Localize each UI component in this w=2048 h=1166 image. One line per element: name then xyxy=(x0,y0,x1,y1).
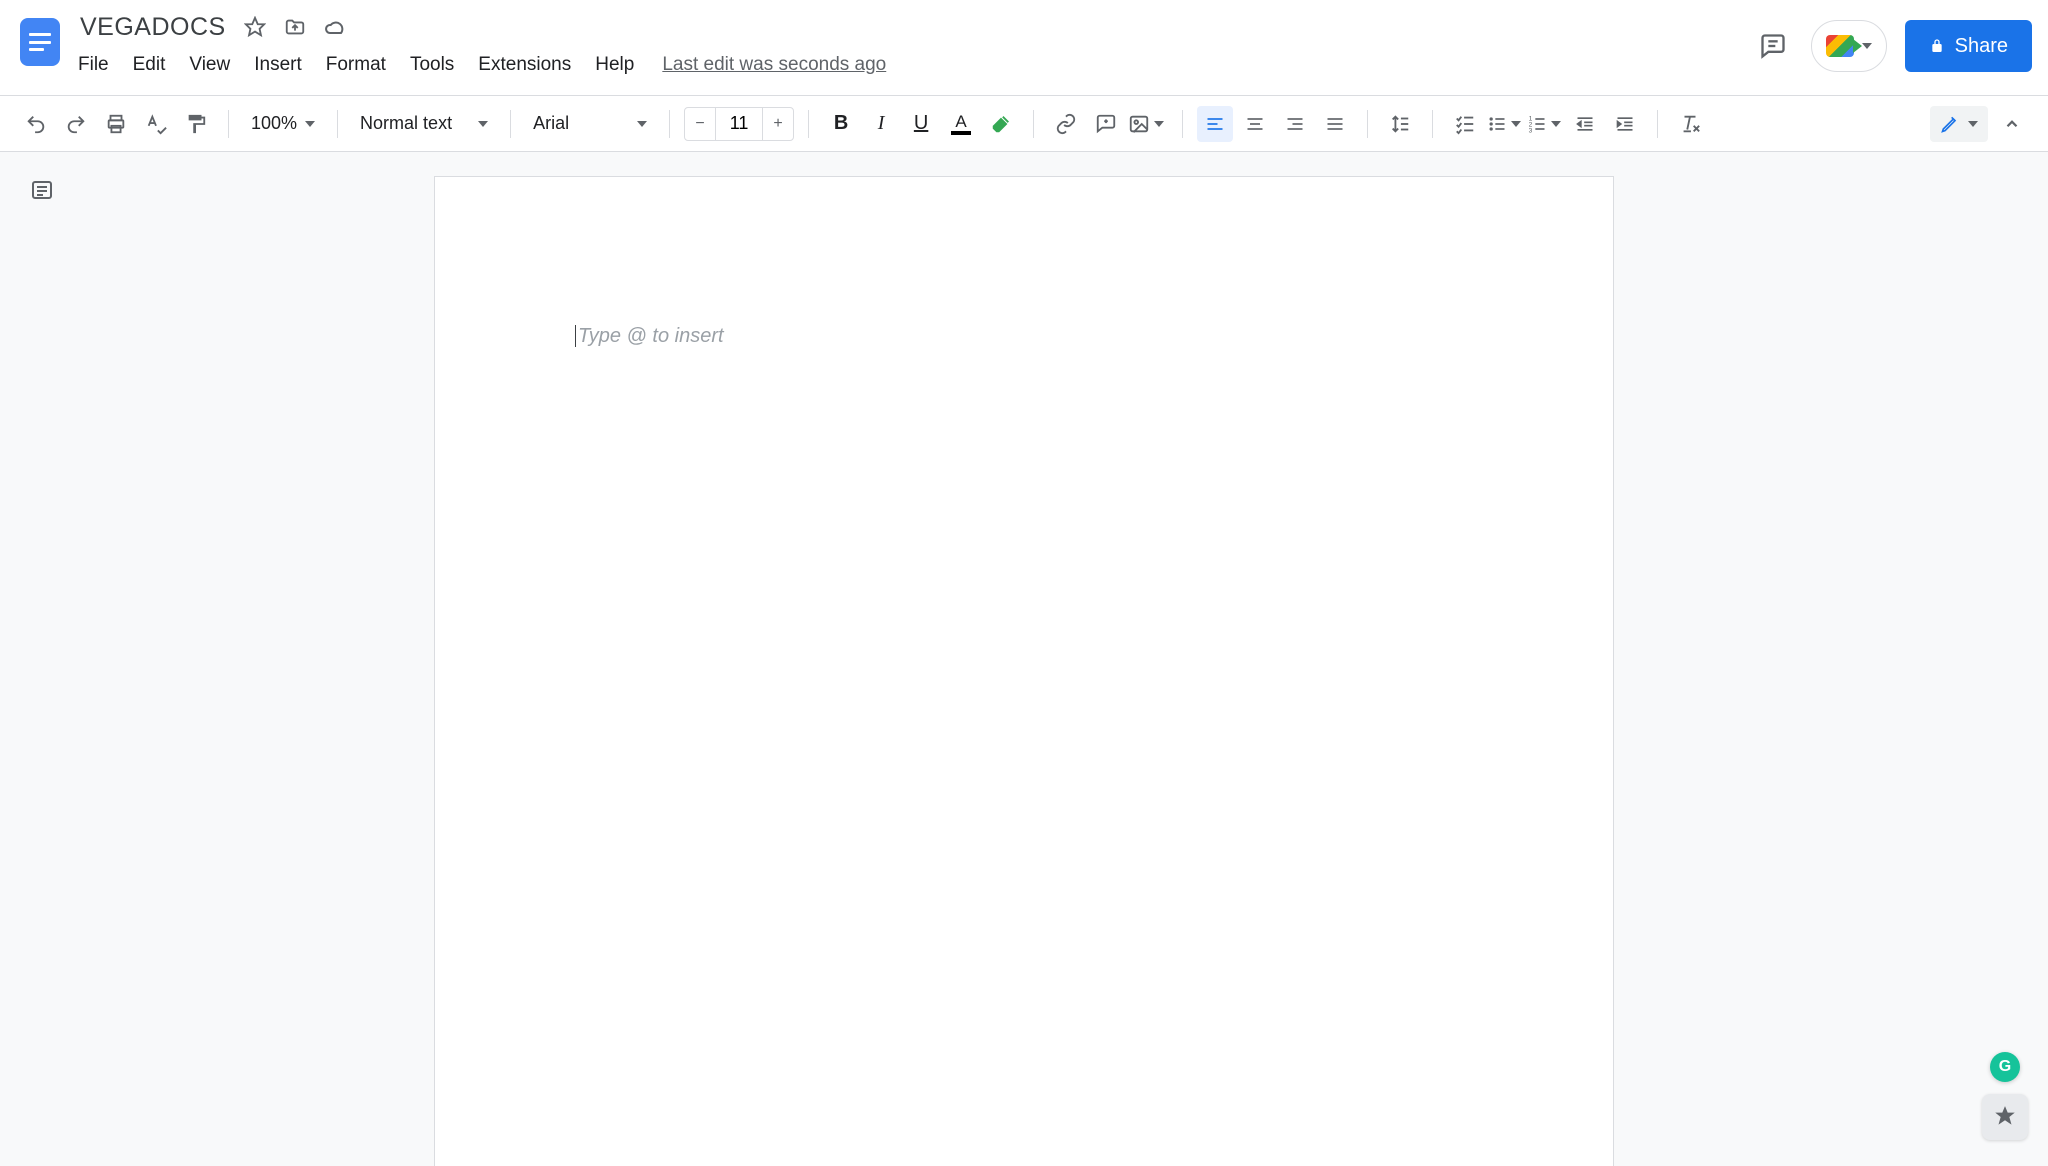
zoom-select[interactable]: 100% xyxy=(243,106,323,142)
font-value: Arial xyxy=(533,113,569,134)
chevron-down-icon xyxy=(1511,121,1521,127)
toolbar: 100% Normal text Arial − + B I U A xyxy=(0,96,2048,152)
italic-button[interactable]: I xyxy=(863,106,899,142)
editor-workspace: Type @ to insert G xyxy=(0,152,2048,1166)
redo-button[interactable] xyxy=(58,106,94,142)
menu-tools[interactable]: Tools xyxy=(408,50,456,80)
menubar: File Edit View Insert Format Tools Exten… xyxy=(76,48,1753,82)
editing-mode-button[interactable] xyxy=(1930,106,1988,142)
highlight-button[interactable] xyxy=(983,106,1019,142)
app-logo[interactable] xyxy=(16,10,64,74)
align-right-button[interactable] xyxy=(1277,106,1313,142)
grammarly-badge[interactable]: G xyxy=(1990,1052,2020,1082)
bulleted-list-button[interactable] xyxy=(1487,106,1523,142)
grammarly-label: G xyxy=(1999,1058,2011,1076)
align-left-button[interactable] xyxy=(1197,106,1233,142)
insert-link-button[interactable] xyxy=(1048,106,1084,142)
numbered-list-button[interactable]: 123 xyxy=(1527,106,1563,142)
lock-icon xyxy=(1929,38,1945,54)
checklist-button[interactable] xyxy=(1447,106,1483,142)
meet-button[interactable] xyxy=(1811,20,1887,72)
comments-button[interactable] xyxy=(1753,26,1793,66)
menu-view[interactable]: View xyxy=(187,50,232,80)
docs-icon xyxy=(20,18,60,66)
chevron-down-icon xyxy=(1551,121,1561,127)
spellcheck-button[interactable] xyxy=(138,106,174,142)
line-spacing-button[interactable] xyxy=(1382,106,1418,142)
increase-font-size-button[interactable]: + xyxy=(763,108,793,140)
decrease-font-size-button[interactable]: − xyxy=(685,108,715,140)
menu-extensions[interactable]: Extensions xyxy=(476,50,573,80)
chevron-down-icon xyxy=(478,121,488,127)
svg-text:3: 3 xyxy=(1529,127,1533,134)
font-size-control: − + xyxy=(684,107,794,141)
chevron-down-icon xyxy=(1862,43,1872,49)
insert-image-button[interactable] xyxy=(1128,106,1168,142)
align-center-button[interactable] xyxy=(1237,106,1273,142)
chevron-down-icon xyxy=(1968,121,1978,127)
editor-placeholder: Type @ to insert xyxy=(575,325,724,347)
font-select[interactable]: Arial xyxy=(525,106,655,142)
paragraph-style-select[interactable]: Normal text xyxy=(352,106,496,142)
menu-file[interactable]: File xyxy=(76,50,111,80)
clear-formatting-button[interactable] xyxy=(1672,106,1708,142)
menu-insert[interactable]: Insert xyxy=(252,50,304,80)
align-justify-button[interactable] xyxy=(1317,106,1353,142)
decrease-indent-button[interactable] xyxy=(1567,106,1603,142)
insert-comment-button[interactable] xyxy=(1088,106,1124,142)
header: VEGADOCS File Edit View Insert xyxy=(0,0,2048,96)
explore-button[interactable] xyxy=(1982,1094,2028,1140)
paint-format-button[interactable] xyxy=(178,106,214,142)
document-title[interactable]: VEGADOCS xyxy=(76,11,230,44)
chevron-down-icon xyxy=(637,121,647,127)
meet-icon xyxy=(1826,35,1854,57)
cloud-status-icon[interactable] xyxy=(322,14,348,40)
text-color-button[interactable]: A xyxy=(943,106,979,142)
menu-help[interactable]: Help xyxy=(593,50,636,80)
menu-edit[interactable]: Edit xyxy=(131,50,168,80)
underline-button[interactable]: U xyxy=(903,106,939,142)
move-icon[interactable] xyxy=(282,14,308,40)
document-page[interactable]: Type @ to insert xyxy=(434,176,1614,1166)
print-button[interactable] xyxy=(98,106,134,142)
font-size-input[interactable] xyxy=(715,108,763,140)
zoom-value: 100% xyxy=(251,113,297,134)
document-outline-button[interactable] xyxy=(24,172,60,208)
undo-button[interactable] xyxy=(18,106,54,142)
bold-button[interactable]: B xyxy=(823,106,859,142)
hide-menus-button[interactable] xyxy=(1994,106,2030,142)
increase-indent-button[interactable] xyxy=(1607,106,1643,142)
chevron-down-icon xyxy=(305,121,315,127)
menu-format[interactable]: Format xyxy=(324,50,388,80)
paragraph-style-value: Normal text xyxy=(360,113,452,134)
last-edit-link[interactable]: Last edit was seconds ago xyxy=(662,54,886,76)
share-label: Share xyxy=(1955,35,2008,58)
share-button[interactable]: Share xyxy=(1905,20,2032,72)
chevron-down-icon xyxy=(1154,121,1164,127)
pencil-icon xyxy=(1940,114,1960,134)
star-icon[interactable] xyxy=(242,14,268,40)
